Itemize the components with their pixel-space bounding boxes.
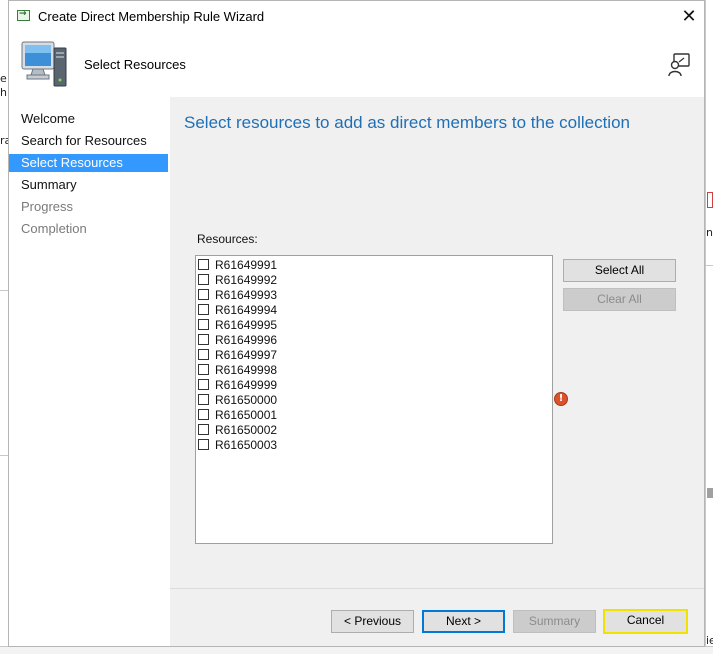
page-heading: Select resources to add as direct member… [184,113,630,132]
background-scroll-fragment [707,488,713,498]
resource-label: R61649995 [215,317,278,332]
resource-label: R61649993 [215,287,278,302]
list-item[interactable]: R61650002 [198,422,277,437]
error-icon: ! [554,392,568,406]
list-item[interactable]: R61649999 [198,377,277,392]
resource-label: R61649994 [215,302,278,317]
background-text-fragment: h [0,86,7,99]
resource-checkbox[interactable] [198,289,209,300]
resource-checkbox[interactable] [198,349,209,360]
list-item[interactable]: R61649994 [198,302,277,317]
list-item[interactable]: R61649995 [198,317,277,332]
close-icon: ✕ [681,6,697,27]
clear-all-button[interactable]: Clear All [563,288,676,311]
summary-button[interactable]: Summary [513,610,596,633]
wizard-step-navigation: Welcome Search for Resources Select Reso… [9,97,168,646]
resource-checkbox[interactable] [198,439,209,450]
cancel-button[interactable]: Cancel [603,609,688,634]
background-text-fragment: n [706,226,713,239]
background-text-fragment: e [0,72,7,85]
nav-item-completion: Completion [21,221,87,236]
resource-checkbox[interactable] [198,259,209,270]
background-divider [705,265,713,266]
banner-title: Select Resources [84,57,186,72]
resource-checkbox[interactable] [198,319,209,330]
resource-label: R61650000 [215,392,278,407]
footer-divider [170,588,704,589]
resource-checkbox[interactable] [198,304,209,315]
list-item[interactable]: R61649996 [198,332,277,347]
resource-label: R61649991 [215,257,278,272]
next-button[interactable]: Next > [422,610,505,633]
list-item[interactable]: R61650000 [198,392,277,407]
nav-item-summary: Summary [21,177,77,192]
wizard-content-panel: Select resources to add as direct member… [170,97,704,646]
title-bar: → Create Direct Membership Rule Wizard ✕ [9,1,704,32]
resource-label: R61650001 [215,407,278,422]
background-app-right-edge [705,0,713,653]
computer-icon [21,41,67,87]
list-item[interactable]: R61649998 [198,362,277,377]
nav-item-welcome: Welcome [21,111,75,126]
resource-checkbox[interactable] [198,274,209,285]
nav-item-select-resources: Select Resources [9,154,168,172]
list-item[interactable]: R61649991 [198,257,277,272]
resource-label: R61649997 [215,347,278,362]
resources-label: Resources: [197,232,258,246]
resource-checkbox[interactable] [198,424,209,435]
help-person-icon[interactable] [666,52,692,78]
list-item[interactable]: R61649992 [198,272,277,287]
resource-label: R61649992 [215,272,278,287]
list-item[interactable]: R61649997 [198,347,277,362]
wizard-window: → Create Direct Membership Rule Wizard ✕… [8,0,705,647]
background-close-fragment [707,192,713,208]
previous-button[interactable]: < Previous [331,610,414,633]
list-item[interactable]: R61650001 [198,407,277,422]
resource-checkbox[interactable] [198,334,209,345]
wizard-app-icon: → [17,9,30,21]
resources-checklist[interactable]: R61649991 R61649992 R61649993 R61649994 … [195,255,553,544]
window-title: Create Direct Membership Rule Wizard [38,9,265,24]
resource-label: R61650002 [215,422,278,437]
resource-label: R61649996 [215,332,278,347]
close-button[interactable]: ✕ [674,3,704,31]
resource-checkbox[interactable] [198,409,209,420]
resource-checkbox[interactable] [198,394,209,405]
resource-label: R61650003 [215,437,278,452]
resource-label: R61649999 [215,377,278,392]
nav-item-progress: Progress [21,199,74,214]
resource-checkbox[interactable] [198,379,209,390]
wizard-banner: Select Resources [9,32,704,97]
nav-item-search-for-resources: Search for Resources [21,133,147,148]
select-all-button[interactable]: Select All [563,259,676,282]
resource-checkbox[interactable] [198,364,209,375]
list-item[interactable]: R61649993 [198,287,277,302]
resource-label: R61649998 [215,362,278,377]
list-item[interactable]: R61650003 [198,437,277,452]
